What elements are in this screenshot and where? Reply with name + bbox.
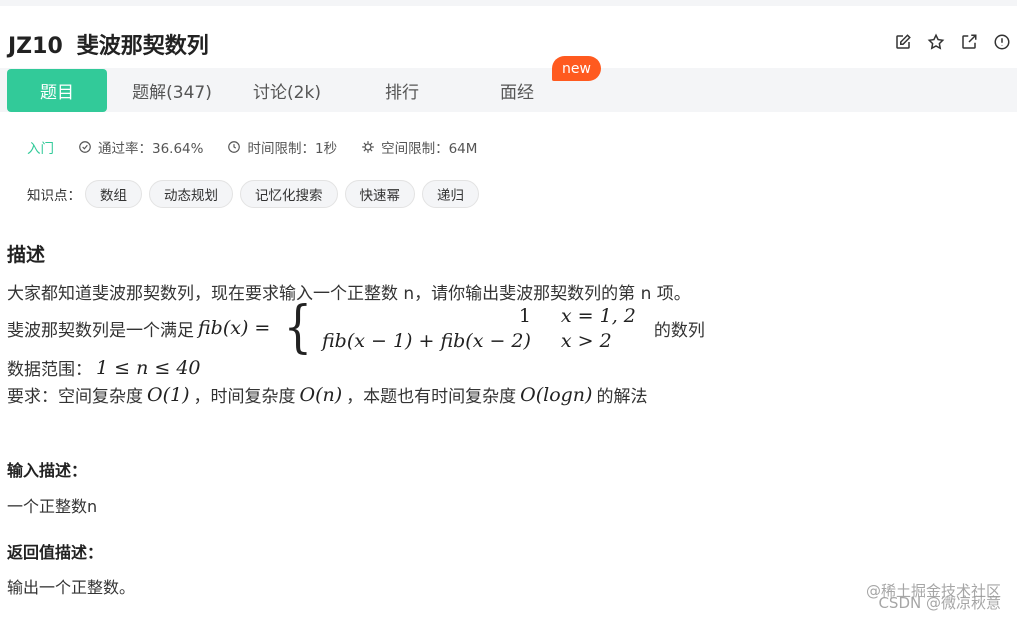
req-suffix: 的解法 bbox=[596, 387, 648, 407]
difficulty-level: 入门 bbox=[27, 141, 54, 157]
range-math: 1 ≤ n ≤ 40 bbox=[96, 356, 201, 379]
time-limit: 时间限制：1秒 bbox=[227, 137, 337, 157]
case2-value: fib(x − 1) + fib(x − 2) bbox=[321, 329, 531, 352]
share-icon[interactable] bbox=[959, 32, 979, 52]
tag-memoization[interactable]: 记忆化搜索 bbox=[240, 180, 338, 208]
description-title: 描述 bbox=[7, 244, 46, 266]
problem-page: JZ10 斐波那契数列 题目 题解(347) 讨论(2k) 排行 面经 new 入… bbox=[0, 0, 1017, 619]
tag-dynamic-programming[interactable]: 动态规划 bbox=[149, 180, 233, 208]
req-mid2: ，本题也有时间复杂度 bbox=[346, 387, 517, 407]
check-circle-icon bbox=[79, 141, 91, 153]
pass-rate: 通过率：36.64% bbox=[78, 137, 203, 157]
range-prefix: 数据范围： bbox=[7, 360, 92, 380]
definition-suffix: 的数列 bbox=[653, 320, 705, 341]
req-space: O(1) bbox=[147, 383, 190, 406]
top-strip bbox=[0, 0, 1017, 6]
output-title: 返回值描述： bbox=[7, 543, 104, 562]
clock-icon bbox=[228, 141, 241, 153]
left-brace: { bbox=[283, 295, 313, 360]
tag-recursion[interactable]: 递归 bbox=[422, 180, 479, 208]
page-title: JZ10 斐波那契数列 bbox=[8, 28, 209, 60]
fib-lhs: fib(x) = bbox=[198, 317, 271, 339]
watermark-csdn: CSDN @微凉秋意 bbox=[878, 594, 1001, 612]
case1-condition: x = 1, 2 bbox=[560, 304, 636, 327]
tab-bar: 题目 题解(347) 讨论(2k) 排行 面经 bbox=[0, 68, 1017, 112]
edit-icon[interactable] bbox=[893, 32, 913, 52]
tab-ranking[interactable]: 排行 bbox=[352, 69, 452, 112]
report-icon[interactable] bbox=[992, 32, 1012, 52]
problem-id: JZ10 bbox=[8, 34, 63, 59]
input-text: 一个正整数n bbox=[7, 497, 98, 516]
tag-fast-power[interactable]: 快速幂 bbox=[344, 180, 415, 208]
knowledge-tags: 知识点： 数组 动态规划 记忆化搜索 快速幂 递归 bbox=[27, 180, 486, 208]
input-title: 输入描述： bbox=[7, 461, 88, 480]
piecewise-cases: 1 x = 1, 2 fib(x − 1) + fib(x − 2) x > 2 bbox=[322, 305, 636, 352]
req-prefix: 要求：空间复杂度 bbox=[7, 387, 143, 407]
pass-rate-text: 通过率：36.64% bbox=[98, 141, 204, 157]
chip-icon bbox=[362, 141, 374, 153]
data-range: 数据范围： 1 ≤ n ≤ 40 bbox=[7, 355, 205, 381]
case2-condition: x > 2 bbox=[560, 329, 612, 352]
req-alt: O(logn) bbox=[520, 383, 593, 406]
new-badge: new bbox=[552, 56, 601, 81]
time-limit-text: 时间限制：1秒 bbox=[247, 141, 338, 157]
toolbar bbox=[893, 32, 1012, 52]
fib-definition: 斐波那契数列是一个满足 fib(x) = { 1 x = 1, 2 fib(x … bbox=[7, 300, 705, 356]
space-limit-text: 空间限制：64M bbox=[381, 141, 478, 157]
complexity-requirement: 要求：空间复杂度 O(1) ，时间复杂度 O(n) ，本题也有时间复杂度 O(l… bbox=[7, 382, 648, 408]
definition-prefix: 斐波那契数列是一个满足 bbox=[7, 320, 194, 341]
star-icon[interactable] bbox=[926, 32, 946, 52]
req-mid: ，时间复杂度 bbox=[193, 387, 296, 407]
tag-array[interactable]: 数组 bbox=[85, 180, 142, 208]
space-limit: 空间限制：64M bbox=[361, 137, 477, 157]
req-time: O(n) bbox=[299, 383, 343, 406]
output-text: 输出一个正整数。 bbox=[7, 578, 136, 597]
tab-problem[interactable]: 题目 bbox=[7, 69, 107, 112]
tab-discussion[interactable]: 讨论(2k) bbox=[237, 69, 337, 112]
tab-solutions[interactable]: 题解(347) bbox=[122, 69, 222, 112]
tags-label: 知识点： bbox=[27, 188, 81, 204]
case1-value: 1 bbox=[518, 304, 531, 327]
problem-name: 斐波那契数列 bbox=[76, 34, 209, 59]
problem-meta: 入门 通过率：36.64% 时间限制：1秒 空间限制：64M bbox=[27, 137, 501, 157]
